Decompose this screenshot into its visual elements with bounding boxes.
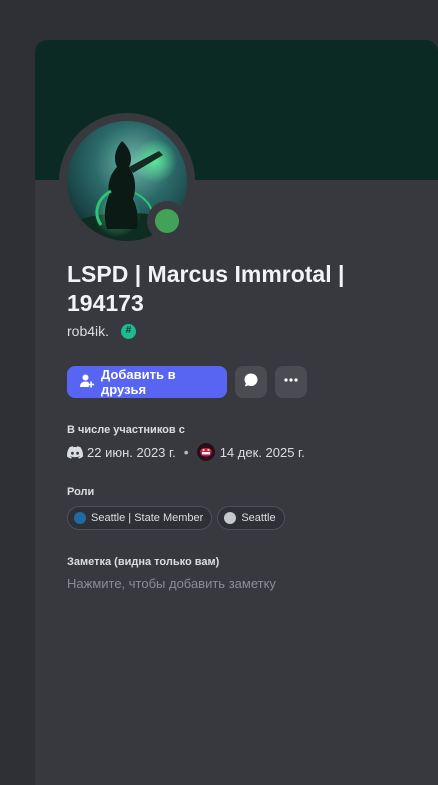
add-user-icon bbox=[79, 373, 95, 392]
role-name: Seattle | State Member bbox=[91, 512, 204, 524]
message-button[interactable] bbox=[235, 366, 267, 398]
profile-actions: Добавить в друзья bbox=[67, 366, 307, 398]
avatar-frame bbox=[59, 113, 195, 249]
note-title: Заметка (видна только вам) bbox=[67, 556, 220, 568]
date-separator: • bbox=[183, 444, 189, 460]
roles-title: Роли bbox=[67, 486, 95, 498]
online-status-icon bbox=[155, 209, 179, 233]
server-join-date: 14 дек. 2025 г. bbox=[219, 444, 305, 460]
username[interactable]: rob4ik. bbox=[67, 323, 109, 339]
status-indicator-frame bbox=[147, 201, 187, 241]
username-row: rob4ik. # bbox=[67, 323, 137, 339]
member-since-title: В числе участников с bbox=[67, 424, 185, 436]
ellipsis-icon bbox=[283, 372, 299, 393]
message-bubble-icon bbox=[243, 372, 259, 393]
discord-join-date: 22 июн. 2023 г. bbox=[87, 444, 176, 460]
note-input[interactable]: Нажмите, чтобы добавить заметку bbox=[67, 576, 276, 591]
server-tag-badge-icon[interactable]: # bbox=[121, 323, 137, 339]
role-color-dot bbox=[224, 512, 237, 524]
user-profile-card: LSPD | Marcus Immrotal | 194173 rob4ik. … bbox=[35, 40, 438, 785]
add-friend-button[interactable]: Добавить в друзья bbox=[67, 366, 227, 398]
roles-list: Seattle | State Member Seattle bbox=[67, 506, 285, 530]
member-since-row: 22 июн. 2023 г. • 14 дек. 2025 г. bbox=[67, 443, 305, 461]
add-friend-label: Добавить в друзья bbox=[101, 367, 176, 397]
discord-icon bbox=[67, 445, 83, 459]
role-pill[interactable]: Seattle bbox=[217, 506, 285, 530]
role-color-dot bbox=[74, 512, 86, 524]
display-name: LSPD | Marcus Immrotal | 194173 bbox=[67, 261, 345, 316]
role-name: Seattle bbox=[241, 512, 276, 524]
server-icon[interactable] bbox=[196, 443, 215, 461]
role-pill[interactable]: Seattle | State Member bbox=[67, 506, 213, 530]
more-options-button[interactable] bbox=[275, 366, 307, 398]
